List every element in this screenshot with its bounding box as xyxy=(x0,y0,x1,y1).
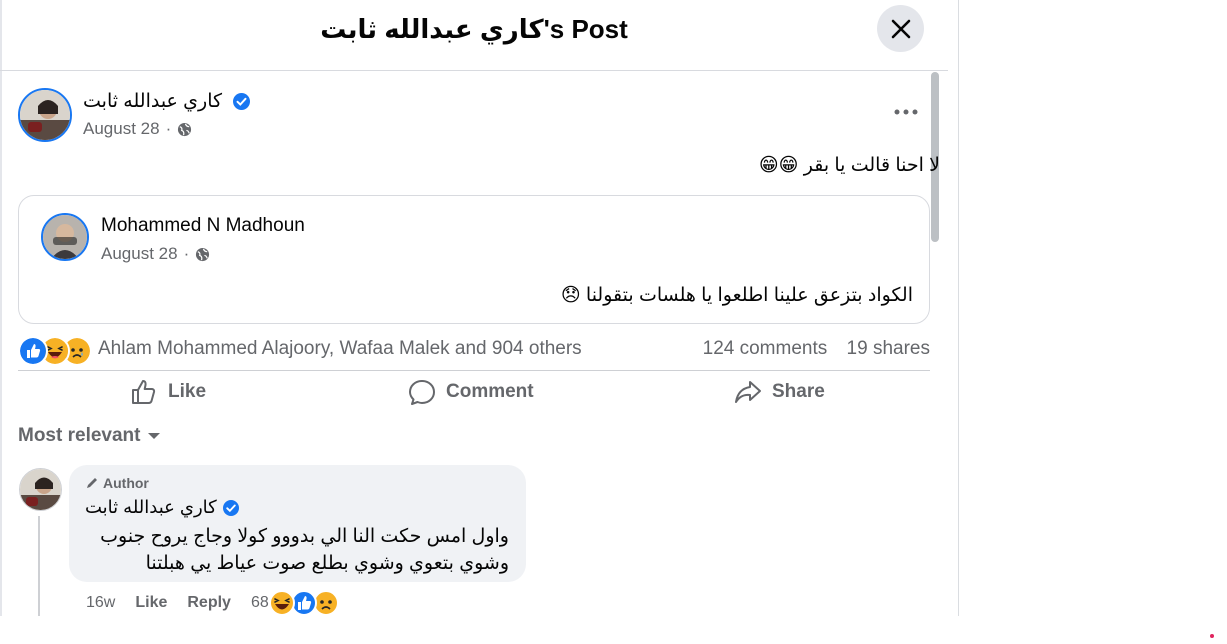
profile-photo xyxy=(43,215,87,259)
shared-post-card[interactable]: Mohammed N Madhoun August 28 · الكواد بت… xyxy=(18,195,930,324)
like-button[interactable]: Like xyxy=(130,375,206,409)
comment-reactions[interactable] xyxy=(268,590,341,616)
meta-separator: · xyxy=(183,244,190,263)
modal-edge xyxy=(0,0,2,616)
shared-author-avatar[interactable] xyxy=(41,213,89,261)
comment-text: واول امس حكت النا الي بدووو كولا وجاج ير… xyxy=(83,523,509,577)
comment-sort-dropdown[interactable]: Most relevant xyxy=(18,425,161,447)
haha-icon xyxy=(268,590,295,616)
post-date[interactable]: August 28 xyxy=(83,119,160,139)
comment-author-text: كاري عبدالله ثابت xyxy=(85,497,217,517)
sad-face-emoji-icon: 😞 xyxy=(560,285,581,306)
shared-date[interactable]: August 28 xyxy=(101,244,178,264)
post-action-bar: Like Comment Share xyxy=(18,370,930,411)
more-dots-icon xyxy=(894,109,918,115)
grin-emoji-icon: 😁😁 xyxy=(758,155,799,176)
sort-label: Most relevant xyxy=(18,425,141,446)
close-icon xyxy=(891,19,910,38)
comment-author-avatar[interactable] xyxy=(19,468,62,511)
post-text-body: لا احنا قالت يا بقر xyxy=(803,155,940,176)
author-badge-label: Author xyxy=(103,475,149,491)
comment-line-1: واول امس حكت النا الي بدووو كولا وجاج ير… xyxy=(100,526,509,547)
reaction-names[interactable]: Ahlam Mohammed Alajoory, Wafaa Malek and… xyxy=(98,338,582,360)
share-arrow-icon xyxy=(735,381,761,403)
reaction-icons[interactable] xyxy=(18,336,92,366)
profile-photo xyxy=(20,90,70,140)
comment-reply-button[interactable]: Reply xyxy=(187,594,231,612)
comment-label: Comment xyxy=(446,381,534,402)
comment-line-2: وشوي بتعوي وشوي بطلع صوت عياط يي هبلتنا xyxy=(145,553,509,574)
comment-author-name[interactable]: كاري عبدالله ثابت xyxy=(85,497,239,518)
more-options-button[interactable] xyxy=(890,98,922,126)
post-author-avatar[interactable] xyxy=(18,88,72,142)
verified-badge-icon xyxy=(233,93,251,111)
post-author-name[interactable]: كاري عبدالله ثابت xyxy=(83,90,251,113)
comment-button[interactable]: Comment xyxy=(408,375,534,409)
shared-meta: August 28 · xyxy=(101,244,210,264)
post-meta: August 28 · xyxy=(83,119,192,139)
globe-icon xyxy=(196,247,210,261)
shared-post-text: الكواد بتزعق علينا اطلعوا يا هلسات بتقول… xyxy=(561,284,913,307)
indicator-dot xyxy=(1210,634,1214,638)
comment-meta: 16w Like Reply 68 xyxy=(86,590,341,616)
caret-down-icon xyxy=(148,433,161,439)
close-button[interactable] xyxy=(877,5,924,52)
thumbs-up-icon xyxy=(132,380,156,404)
pencil-icon xyxy=(87,478,97,488)
shared-text-body: الكواد بتزعق علينا اطلعوا يا هلسات بتقول… xyxy=(585,285,913,306)
comments-count[interactable]: 124 comments xyxy=(703,338,828,359)
like-icon xyxy=(18,336,48,366)
modal-title: كاري عبدالله ثابت's Post xyxy=(320,14,628,44)
share-label: Share xyxy=(772,381,825,402)
share-button[interactable]: Share xyxy=(734,375,825,409)
comment-thread-line xyxy=(38,516,40,616)
engagement-counts: 124 comments 19 shares xyxy=(689,338,930,360)
post-author-text: كاري عبدالله ثابت xyxy=(83,91,223,112)
verified-badge-icon xyxy=(222,499,239,516)
reactions-summary: Ahlam Mohammed Alajoory, Wafaa Malek and… xyxy=(18,335,930,366)
author-badge: Author xyxy=(85,475,149,491)
shared-author-name[interactable]: Mohammed N Madhoun xyxy=(101,215,305,237)
comment-reaction-count[interactable]: 68 xyxy=(251,594,269,612)
shares-count[interactable]: 19 shares xyxy=(847,338,930,359)
comment-like-button[interactable]: Like xyxy=(135,594,167,612)
modal-header: كاري عبدالله ثابت's Post xyxy=(0,0,948,71)
comment-bubble-icon xyxy=(409,380,435,405)
like-label: Like xyxy=(168,381,207,402)
post-text: لا احنا قالت يا بقر 😁😁 xyxy=(759,154,940,177)
globe-icon xyxy=(178,122,192,136)
comment-bubble: Author كاري عبدالله ثابت واول امس حكت ال… xyxy=(69,465,526,582)
profile-photo xyxy=(20,469,61,510)
meta-separator: · xyxy=(165,119,172,138)
post-modal: كاري عبدالله ثابت's Post كاري عبدالله ثا… xyxy=(0,0,959,616)
comment-age[interactable]: 16w xyxy=(86,594,115,612)
